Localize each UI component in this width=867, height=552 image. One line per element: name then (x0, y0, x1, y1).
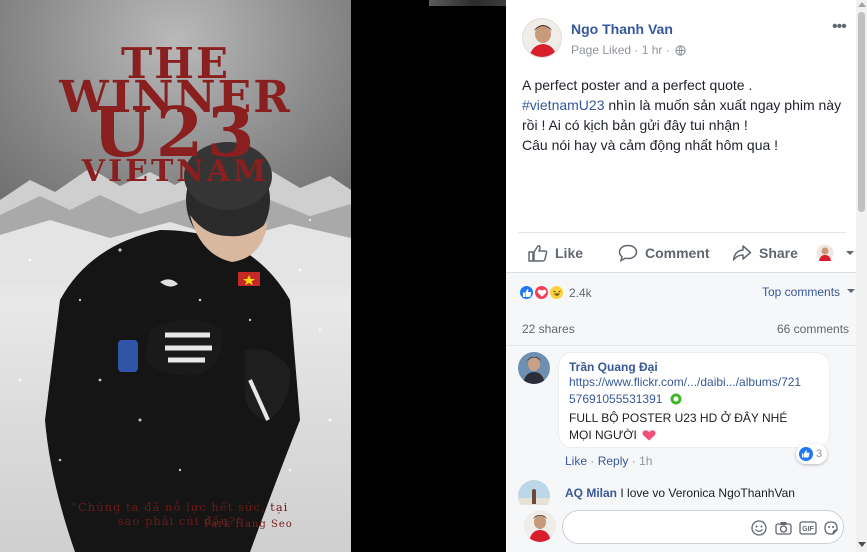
emoji-icon[interactable] (751, 520, 767, 536)
commenter-name[interactable]: Trần Quang Đại (569, 360, 819, 374)
reaction-like-icon[interactable] (518, 284, 535, 301)
author-avatar[interactable] (522, 18, 562, 58)
screen: THE WINNER U23 VIETNAM "Chúng ta đã nỗ l… (0, 0, 867, 552)
comment-bubble: Trần Quang Đại https://www.flickr.com/..… (558, 352, 830, 448)
gif-icon[interactable]: GIF (799, 520, 817, 536)
scroll-down-arrow-icon[interactable] (858, 542, 866, 547)
top-comments-dropdown[interactable]: Top comments (762, 285, 856, 299)
shares-count[interactable]: 22 shares (522, 322, 575, 336)
svg-text:GIF: GIF (802, 526, 814, 533)
comment-text-line-1: FULL BỘ POSTER U23 HD Ở ĐÂY NHÉ (569, 411, 788, 425)
commenter-avatar[interactable] (518, 352, 550, 384)
comment-link-line-2-text: 57691055531391 (569, 392, 663, 406)
heart-emoji-icon (642, 429, 656, 446)
separator-dot: · (590, 454, 598, 468)
like-button-label: Like (555, 245, 584, 261)
reaction-love-icon[interactable] (533, 284, 550, 301)
comment-reply-link[interactable]: Reply (598, 454, 629, 468)
reactions-row: 2.4k Top comments (506, 272, 867, 312)
globe-icon (675, 45, 686, 59)
commenter-name[interactable]: AQ Milan (565, 486, 617, 500)
post-text-line-1: A perfect poster and a perfect quote . (522, 77, 753, 93)
reaction-count[interactable]: 2.4k (569, 286, 592, 300)
post-side-panel: Ngo Thanh Van Page Liked · 1 hr · ••• A … (506, 0, 867, 552)
comment-link-line-2[interactable]: 57691055531391 (569, 391, 819, 410)
share-icon (732, 245, 752, 261)
comments-count[interactable]: 66 comments (777, 322, 849, 336)
scroll-thumb[interactable] (858, 12, 865, 212)
scroll-up-arrow-icon[interactable] (858, 2, 866, 7)
post-text-line-2-rest: nhìn là muốn sản xuất ngay phim này (604, 97, 842, 113)
like-icon (528, 245, 548, 262)
comment-2: AQ Milan I love vo Veronica NgoThanhVan (565, 486, 795, 500)
post-meta: Page Liked · 1 hr · (571, 43, 686, 59)
comment-like-link[interactable]: Like (565, 454, 587, 468)
sticker-icon[interactable] (823, 520, 839, 536)
top-comments-label: Top comments (762, 285, 841, 299)
author-avatar-image (523, 19, 561, 57)
post-text-line-3: rồi ! Ai có kịch bản gửi đây tui nhận ! (522, 117, 748, 133)
comment-input[interactable] (575, 519, 735, 533)
post-meta-text: Page Liked · 1 hr · (571, 43, 670, 57)
post-author-name[interactable]: Ngo Thanh Van (571, 21, 673, 37)
post-text-line-4: Câu nói hay và cảm động nhất hôm qua ! (522, 137, 779, 153)
comment-like-count[interactable]: 3 (796, 444, 828, 464)
composer-avatar-image (524, 510, 556, 542)
more-icon[interactable]: ••• (832, 19, 847, 36)
like-button[interactable]: Like (528, 233, 583, 273)
comment-text: I love vo Veronica NgoThanhVan (620, 486, 795, 500)
comment-button[interactable]: Comment (618, 233, 710, 273)
comment-composer: GIF (506, 505, 856, 552)
shares-row: 22 shares 66 comments (506, 312, 867, 346)
hashtag-link[interactable]: #vietnamU23 (522, 97, 605, 113)
composer-avatar (524, 510, 556, 542)
comment-icon (618, 244, 638, 262)
sticker-icon (670, 393, 682, 410)
chevron-down-icon (846, 251, 854, 255)
camera-icon[interactable] (775, 520, 792, 536)
post-text: A perfect poster and a perfect quote . #… (522, 75, 852, 155)
comment-text-line-2-text: MỌI NGƯỜI (569, 428, 637, 442)
chevron-down-icon (847, 289, 856, 293)
reaction-haha-icon[interactable] (548, 284, 565, 301)
comment-button-label: Comment (645, 245, 710, 261)
post-text-line-2: #vietnamU23 nhìn là muốn sản xuất ngay p… (522, 95, 852, 115)
comment-link-line-1[interactable]: https://www.flickr.com/.../daibi.../albu… (569, 374, 819, 391)
poster-quote-author: Park Hang Seo (204, 519, 293, 530)
share-button-label: Share (759, 245, 798, 261)
like-icon (799, 447, 813, 461)
comment-time[interactable]: 1h (639, 454, 652, 468)
poster-title-vietnam: VIETNAM (81, 154, 270, 189)
post-action-bar: Like Comment Share (518, 232, 854, 273)
comment-like-count-value: 3 (816, 448, 823, 460)
separator-dot: · (631, 454, 640, 468)
scrollbar[interactable] (856, 0, 867, 552)
comment-input-box[interactable]: GIF (562, 510, 844, 544)
comment-actions: Like · Reply · 1h (565, 454, 652, 468)
u23-poster-image[interactable]: THE WINNER U23 VIETNAM "Chúng ta đã nỗ l… (0, 0, 351, 552)
comment-text-line-2: MỌI NGƯỜI (569, 427, 819, 446)
commenter-avatar-image (518, 352, 550, 384)
page-avatar-icon (816, 244, 834, 262)
share-button[interactable]: Share (732, 233, 798, 273)
